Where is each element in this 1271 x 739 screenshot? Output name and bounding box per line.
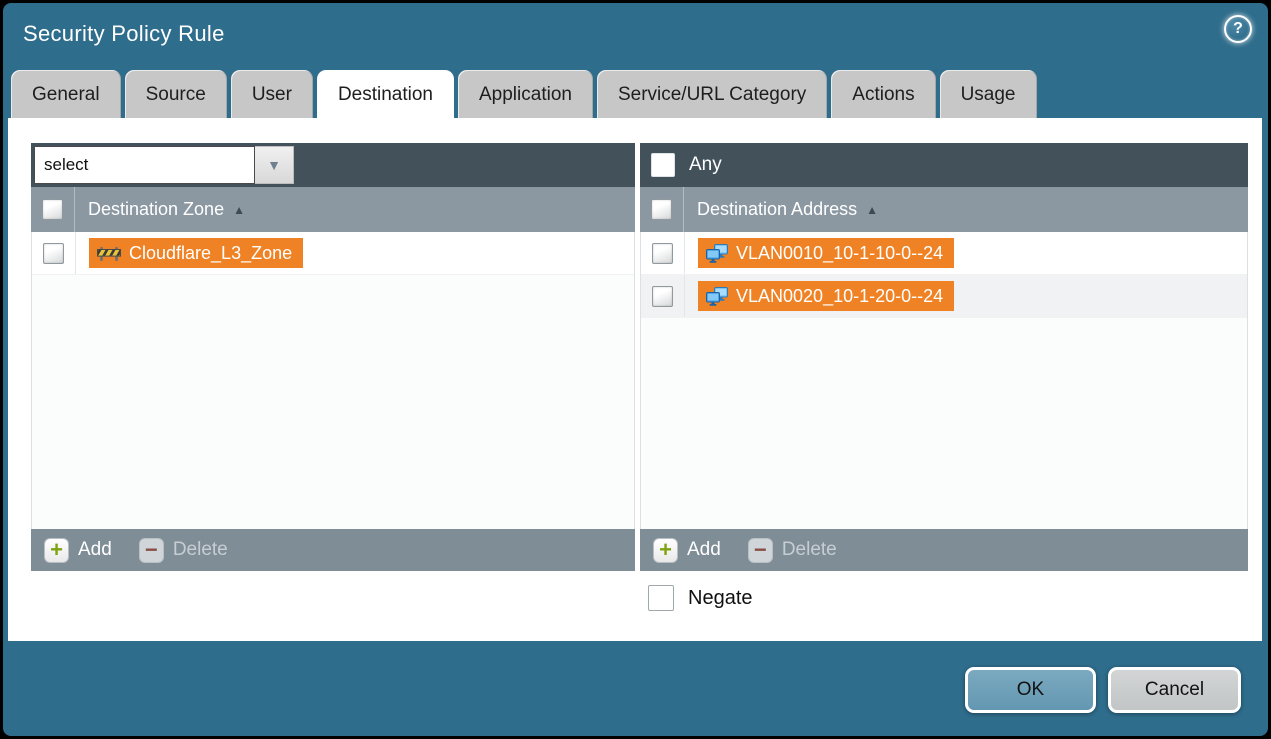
- negate-label: Negate: [688, 587, 753, 610]
- negate-control: Negate: [648, 585, 753, 611]
- tab-application[interactable]: Application: [458, 70, 593, 118]
- network-address-icon: [706, 244, 728, 263]
- address-any-checkbox[interactable]: [651, 153, 675, 177]
- zone-row-checkbox[interactable]: [43, 243, 64, 264]
- address-row-checkbox[interactable]: [652, 243, 673, 264]
- zone-select-bar: ▼: [31, 143, 635, 187]
- zone-select-combo: ▼: [34, 146, 294, 184]
- zone-list-item: Cloudflare_L3_Zone: [32, 232, 634, 275]
- network-address-icon: [706, 287, 728, 306]
- cancel-button[interactable]: Cancel: [1108, 667, 1241, 713]
- zone-panel-toolbar: + Add − Delete: [31, 529, 635, 571]
- address-item-tag[interactable]: VLAN0020_10-1-20-0--24: [698, 281, 954, 311]
- destination-address-panel: Any Destination Address ▲: [640, 143, 1248, 571]
- address-row-checkbox-cell: [641, 232, 685, 274]
- add-icon: +: [653, 538, 678, 563]
- zone-select-input[interactable]: [34, 146, 255, 184]
- address-row-checkbox[interactable]: [652, 286, 673, 307]
- address-select-all-cell: [640, 187, 684, 232]
- address-add-label: Add: [687, 539, 721, 561]
- address-add-button[interactable]: + Add: [653, 538, 721, 563]
- zone-column-label: Destination Zone: [88, 199, 224, 220]
- tab-user[interactable]: User: [231, 70, 313, 118]
- zone-add-button[interactable]: + Add: [44, 538, 112, 563]
- help-icon[interactable]: ?: [1224, 15, 1252, 43]
- zone-column-sort[interactable]: Destination Zone ▲: [88, 199, 245, 220]
- address-item-label: VLAN0010_10-1-10-0--24: [736, 243, 943, 264]
- zone-delete-button[interactable]: − Delete: [139, 538, 228, 563]
- address-any-row: Any: [643, 153, 722, 177]
- address-column-label: Destination Address: [697, 199, 857, 220]
- dialog-title: Security Policy Rule: [23, 21, 225, 47]
- address-item-label: VLAN0020_10-1-20-0--24: [736, 286, 943, 307]
- zone-column-header: Destination Zone ▲: [31, 187, 635, 232]
- zone-delete-label: Delete: [173, 539, 228, 561]
- sort-ascending-icon: ▲: [866, 203, 878, 217]
- zone-add-label: Add: [78, 539, 112, 561]
- zone-select-dropdown-button[interactable]: ▼: [255, 146, 294, 184]
- address-list: VLAN0010_10-1-10-0--24: [640, 232, 1248, 529]
- zone-select-all-checkbox[interactable]: [42, 199, 63, 220]
- address-any-bar: Any: [640, 143, 1248, 187]
- tab-source[interactable]: Source: [125, 70, 227, 118]
- address-delete-label: Delete: [782, 539, 837, 561]
- zone-item-label: Cloudflare_L3_Zone: [129, 243, 292, 264]
- address-list-item: VLAN0020_10-1-20-0--24: [641, 275, 1247, 318]
- tab-general[interactable]: General: [11, 70, 121, 118]
- add-icon: +: [44, 538, 69, 563]
- address-select-all-checkbox[interactable]: [651, 199, 672, 220]
- sort-ascending-icon: ▲: [233, 203, 245, 217]
- destination-tab-content: ▼ Destination Zone ▲: [8, 118, 1262, 641]
- address-panel-toolbar: + Add − Delete: [640, 529, 1248, 571]
- negate-checkbox[interactable]: [648, 585, 674, 611]
- delete-icon: −: [748, 538, 773, 563]
- zone-icon: [97, 245, 121, 262]
- delete-icon: −: [139, 538, 164, 563]
- tab-destination[interactable]: Destination: [317, 70, 454, 118]
- address-column-sort[interactable]: Destination Address ▲: [697, 199, 878, 220]
- destination-zone-panel: ▼ Destination Zone ▲: [31, 143, 635, 571]
- address-item-tag[interactable]: VLAN0010_10-1-10-0--24: [698, 238, 954, 268]
- zone-select-all-cell: [31, 187, 75, 232]
- zone-list: Cloudflare_L3_Zone: [31, 232, 635, 529]
- ok-button[interactable]: OK: [965, 667, 1096, 713]
- tab-service-url-category[interactable]: Service/URL Category: [597, 70, 827, 118]
- dropdown-arrow-icon: ▼: [267, 157, 281, 173]
- security-policy-rule-dialog: Security Policy Rule ? General Source Us…: [3, 3, 1268, 736]
- address-column-header: Destination Address ▲: [640, 187, 1248, 232]
- zone-item-tag[interactable]: Cloudflare_L3_Zone: [89, 238, 303, 268]
- address-delete-button[interactable]: − Delete: [748, 538, 837, 563]
- address-row-checkbox-cell: [641, 275, 685, 317]
- tab-actions[interactable]: Actions: [831, 70, 935, 118]
- tab-bar: General Source User Destination Applicat…: [11, 70, 1037, 118]
- zone-row-checkbox-cell: [32, 232, 76, 274]
- address-list-item: VLAN0010_10-1-10-0--24: [641, 232, 1247, 275]
- address-any-label: Any: [689, 154, 722, 176]
- tab-usage[interactable]: Usage: [940, 70, 1037, 118]
